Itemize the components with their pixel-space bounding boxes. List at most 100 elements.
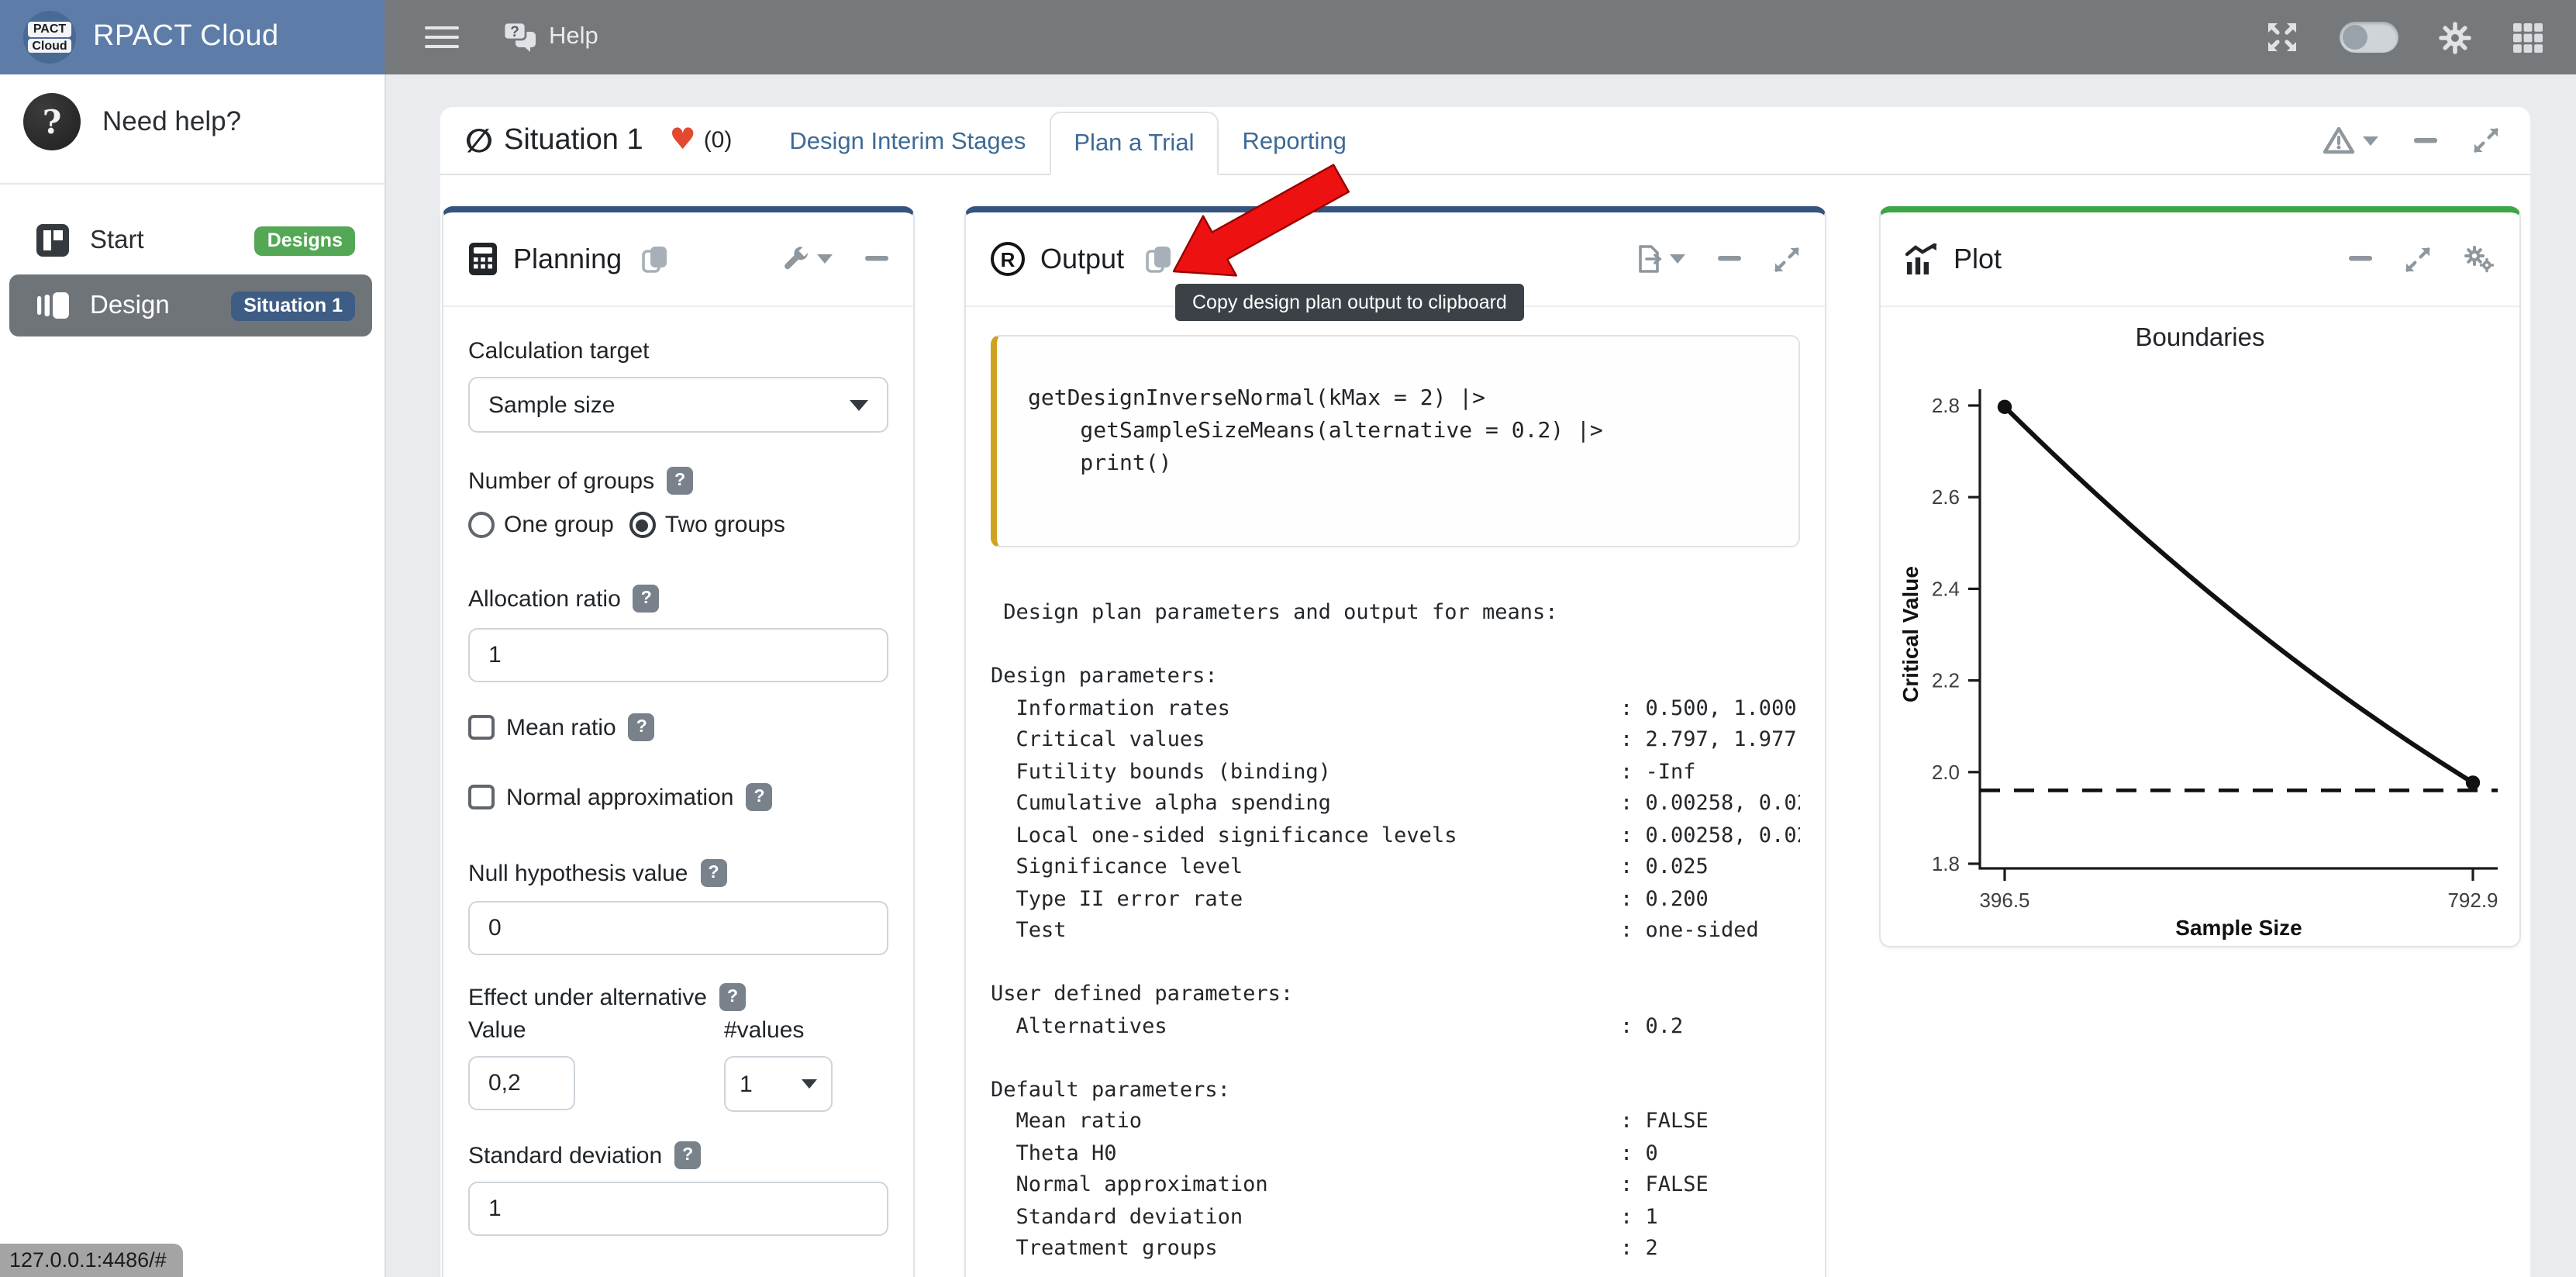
fullscreen-icon[interactable] [2264, 20, 2298, 54]
radio-two-groups-label: Two groups [665, 512, 785, 538]
radio-two-groups[interactable] [629, 512, 656, 538]
output-panel-actions [1637, 245, 1800, 273]
help-badge-icon[interactable]: ? [746, 783, 772, 811]
expand-icon[interactable] [1774, 246, 1800, 272]
normal-approximation-label: Normal approximation [506, 784, 733, 810]
favorites-count: (0) [704, 127, 733, 154]
standard-deviation-input[interactable] [468, 1182, 888, 1236]
chevron-down-icon [802, 1079, 817, 1089]
effect-num-values-select[interactable]: 1 [724, 1056, 833, 1112]
output-row-label: Mean ratio [991, 1106, 1620, 1137]
svg-text:1.8: 1.8 [1932, 852, 1960, 875]
workspace-header: ∅ Situation 1 ♥ (0) Design Interim Stage… [440, 107, 2530, 175]
output-line: Design parameters: [991, 661, 1800, 692]
tab-plan-a-trial[interactable]: Plan a Trial [1049, 112, 1219, 175]
plot-panel-actions [2349, 245, 2495, 273]
sidebar-item-design[interactable]: Design Situation 1 [9, 274, 372, 337]
calculation-target-select[interactable]: Sample size [468, 377, 888, 433]
grid-menu-icon[interactable] [2511, 21, 2543, 53]
favorites-button[interactable]: ♥ (0) [670, 126, 733, 155]
expand-icon[interactable] [2405, 246, 2431, 272]
output-row-label: Cumulative alpha spending [991, 788, 1620, 820]
design-icon [36, 288, 70, 323]
effect-value-input[interactable] [468, 1056, 575, 1110]
minimize-icon[interactable] [1718, 256, 1741, 262]
calculator-icon [468, 242, 498, 276]
tab-reporting[interactable]: Reporting [1219, 112, 1369, 174]
svg-text:2.4: 2.4 [1932, 577, 1960, 600]
warning-icon [2323, 126, 2355, 155]
tab-design-interim-stages[interactable]: Design Interim Stages [766, 112, 1049, 174]
allocation-ratio-input[interactable] [468, 628, 888, 682]
output-row: Alternatives: 0.2 [991, 1010, 1800, 1042]
situation-badge: Situation 1 [231, 291, 355, 320]
output-row-label: Futility bounds (binding) [991, 756, 1620, 788]
output-line: User defined parameters: [991, 978, 1800, 1010]
output-panel: R Output [964, 206, 1826, 1277]
panel-title: Output [1040, 243, 1124, 275]
output-row-label: Standard deviation [991, 1201, 1620, 1233]
effect-columns-inputs: 1 [468, 1056, 888, 1112]
export-dropdown-button[interactable] [1637, 245, 1685, 273]
x-tick-marks [2005, 868, 2473, 881]
mean-ratio-label: Mean ratio [506, 714, 616, 740]
help-badge-icon[interactable]: ? [633, 585, 660, 613]
sidebar: PACT Cloud RPACT Cloud ? Need help? Star… [0, 0, 385, 1277]
radio-one-group-label: One group [504, 512, 614, 538]
output-line: Default parameters: [991, 1074, 1800, 1106]
help-badge-icon[interactable]: ? [701, 859, 727, 887]
tools-dropdown-button[interactable] [783, 246, 833, 272]
plot-panel-header: Plot [1881, 212, 2519, 307]
calculation-target-value: Sample size [488, 392, 615, 418]
dark-mode-toggle[interactable] [2339, 22, 2398, 53]
output-result: Design plan parameters and output for me… [991, 597, 1800, 1265]
mean-ratio-checkbox[interactable] [468, 715, 494, 740]
svg-text:2.0: 2.0 [1932, 761, 1960, 784]
effect-num-values-label: #values [724, 1017, 804, 1044]
chevron-down-icon [1670, 254, 1685, 264]
settings-gear-icon[interactable] [2438, 21, 2471, 53]
rpact-cloud-logo: PACT Cloud [23, 11, 76, 64]
output-row: Critical values: 2.797, 1.977 [991, 724, 1800, 756]
warnings-dropdown-button[interactable] [2323, 126, 2378, 155]
copy-planning-icon[interactable] [642, 244, 668, 274]
output-row-value: : FALSE [1620, 1106, 1800, 1137]
copy-output-icon[interactable] [1146, 244, 1172, 274]
code-line: getDesignInverseNormal(kMax = 2) |> [1028, 383, 1767, 416]
help-button[interactable]: ? Help [502, 22, 598, 53]
output-row-value: : -Inf [1620, 756, 1800, 788]
topbar: ? Help [385, 0, 2576, 74]
output-row-label: Treatment groups [991, 1233, 1620, 1265]
output-row: Significance level: 0.025 [991, 851, 1800, 883]
output-row: Local one-sided significance levels: 0.0… [991, 820, 1800, 851]
radio-one-group[interactable] [468, 512, 495, 538]
normal-approximation-checkbox[interactable] [468, 785, 494, 810]
copy-tooltip: Copy design plan output to clipboard [1175, 284, 1524, 321]
number-of-groups-radios: One group Two groups [468, 512, 888, 538]
help-badge-icon[interactable]: ? [719, 983, 746, 1011]
sidebar-item-label: Design [90, 291, 170, 320]
null-hypothesis-input[interactable] [468, 901, 888, 955]
minimize-icon[interactable] [2349, 256, 2372, 262]
plot-settings-gears-icon[interactable] [2464, 245, 2495, 273]
y-tick-labels: 2.8 2.6 2.4 2.2 2.0 1.8 [1932, 394, 1960, 875]
sidebar-item-start[interactable]: Start Designs [9, 209, 372, 271]
minimize-icon[interactable] [865, 256, 888, 262]
minimize-icon[interactable] [2414, 137, 2437, 143]
workspace-header-actions [2323, 107, 2530, 174]
help-badge-icon[interactable]: ? [629, 713, 655, 741]
chart-icon [1905, 243, 1938, 274]
planning-panel-header: Planning [443, 212, 913, 307]
normal-approximation-row: Normal approximation? [468, 783, 888, 811]
effect-under-alternative-label: Effect under alternative? [468, 983, 888, 1011]
hamburger-menu-icon[interactable] [425, 21, 459, 54]
output-row-value: : 0.00258, 0.02400 [1620, 820, 1800, 851]
help-badge-icon[interactable]: ? [674, 1141, 701, 1169]
x-tick-labels: 396.5 792.9 [1979, 889, 2498, 912]
calculation-target-label: Calculation target [468, 338, 888, 364]
need-help-link[interactable]: ? Need help? [23, 93, 241, 150]
expand-icon[interactable] [2473, 127, 2499, 154]
panel-title: Plot [1954, 243, 2002, 275]
output-row: Cumulative alpha spending: 0.00258, 0.02… [991, 788, 1800, 820]
help-badge-icon[interactable]: ? [667, 467, 693, 495]
